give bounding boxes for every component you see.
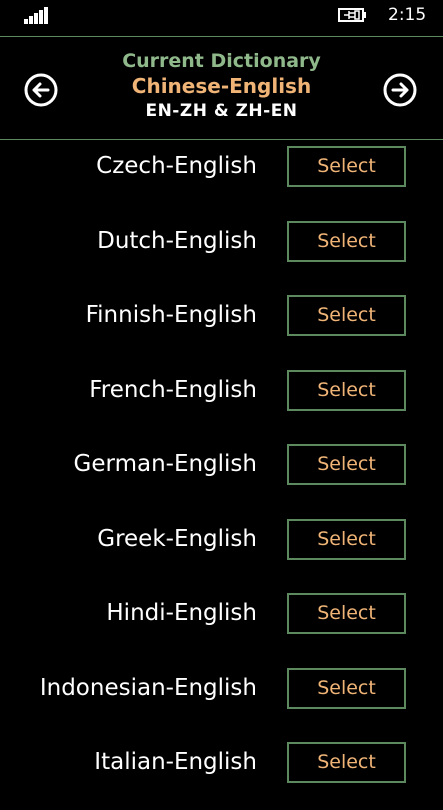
language-codes: EN-ZH & ZH-EN xyxy=(145,101,298,121)
arrow-left-circle-icon xyxy=(24,73,58,107)
select-button[interactable]: Select xyxy=(287,518,406,560)
dictionary-label: Czech-English xyxy=(96,153,257,179)
header-title: Current Dictionary xyxy=(122,50,321,72)
dictionary-label: Greek-English xyxy=(97,525,257,552)
status-bar: 2:15 xyxy=(0,0,443,34)
select-button[interactable]: Select xyxy=(287,593,406,634)
dictionary-label: German-English xyxy=(73,451,257,477)
dictionary-label: Hindi-English xyxy=(106,600,257,626)
select-button[interactable]: Select xyxy=(287,146,406,187)
list-item: Finnish-English Select xyxy=(0,289,443,363)
dictionary-label: Italian-English xyxy=(94,749,257,775)
signal-strength-icon xyxy=(24,6,50,24)
next-dictionary-button[interactable] xyxy=(383,73,417,107)
list-item: Italian-English Select xyxy=(0,736,443,810)
previous-dictionary-button[interactable] xyxy=(24,73,58,107)
list-item: Dutch-English Select xyxy=(0,215,443,289)
list-item: Greek-English Select xyxy=(0,513,443,587)
dictionary-label: Finnish-English xyxy=(85,302,257,328)
current-dictionary-header: Current Dictionary Chinese-English EN-ZH… xyxy=(0,36,443,140)
select-button[interactable]: Select xyxy=(287,295,406,336)
header-text: Current Dictionary Chinese-English EN-ZH… xyxy=(80,49,363,123)
dictionary-label: French-English xyxy=(89,376,257,403)
list-item: French-English Select xyxy=(0,364,443,438)
list-item: German-English Select xyxy=(0,438,443,512)
list-item: Indonesian-English Select xyxy=(0,662,443,736)
select-button[interactable]: Select xyxy=(287,369,406,411)
current-dictionary-name: Chinese-English xyxy=(131,74,312,98)
list-item: Czech-English Select xyxy=(0,140,443,214)
clock: 2:15 xyxy=(388,5,427,25)
select-button[interactable]: Select xyxy=(287,220,406,262)
dictionary-label: Indonesian-English xyxy=(39,674,257,701)
list-item: Hindi-English Select xyxy=(0,587,443,661)
dictionary-label: Dutch-English xyxy=(97,227,257,254)
battery-charging-icon xyxy=(338,7,368,23)
arrow-right-circle-icon xyxy=(383,73,417,107)
select-button[interactable]: Select xyxy=(287,444,406,485)
select-button[interactable]: Select xyxy=(287,742,406,783)
select-button[interactable]: Select xyxy=(287,667,406,709)
